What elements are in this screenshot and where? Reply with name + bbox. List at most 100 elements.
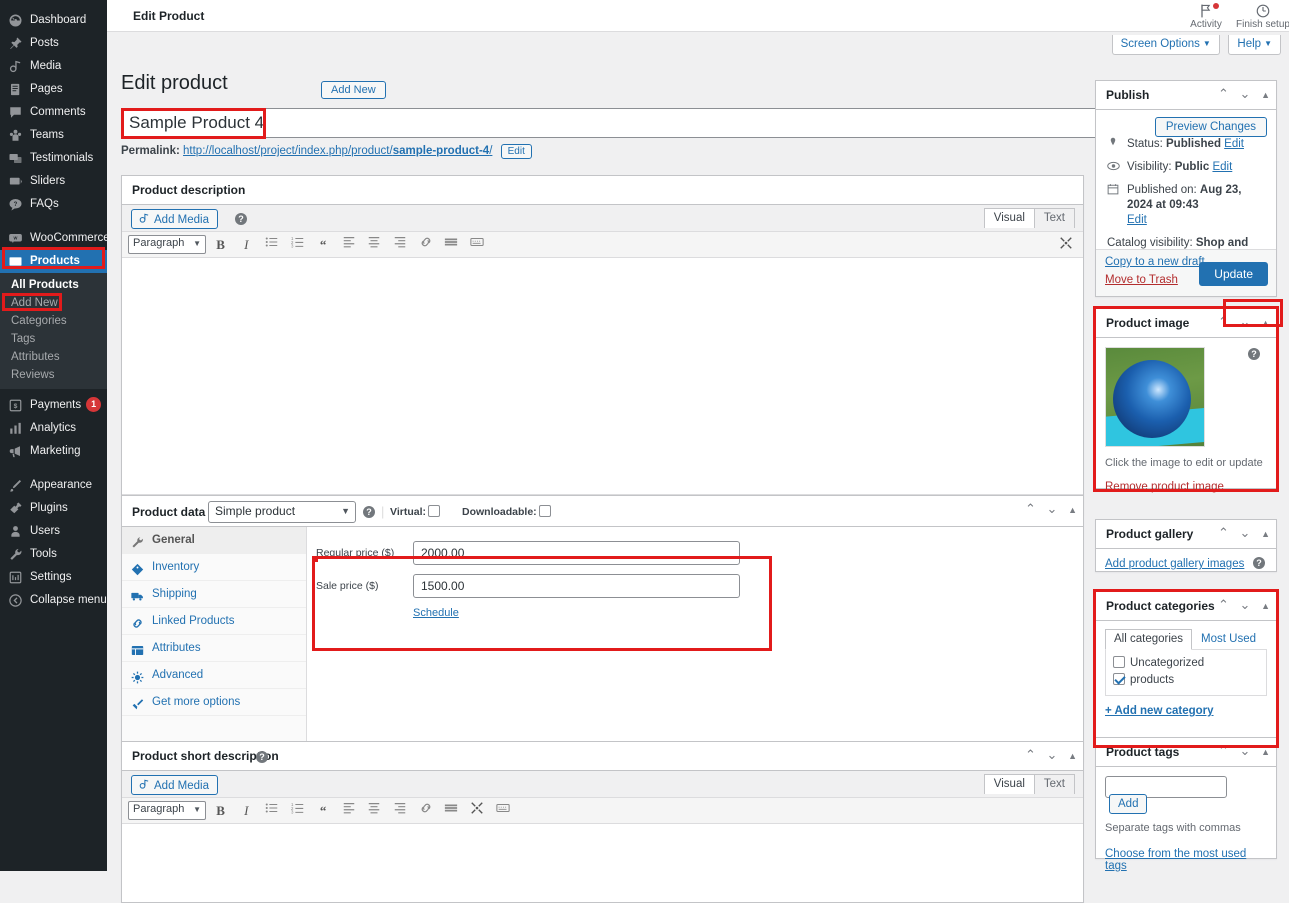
bulleted-list-button-short[interactable] <box>261 800 283 822</box>
move-down-icon[interactable]: ⌄ <box>1047 747 1058 763</box>
move-down-icon[interactable]: ⌄ <box>1240 86 1251 102</box>
update-button[interactable]: Update <box>1199 262 1268 286</box>
short-description-help-icon[interactable]: ? <box>256 751 268 763</box>
align-right-button[interactable] <box>389 234 411 256</box>
paragraph-format-select[interactable]: Paragraph ▼ <box>128 235 206 254</box>
submenu-item-all-products[interactable]: All Products <box>0 276 107 294</box>
screen-options-button[interactable]: Screen Options ▼ <box>1111 35 1220 55</box>
product-title-input[interactable] <box>121 108 1097 138</box>
toggle-panel-icon[interactable]: ▲ <box>1261 747 1270 757</box>
move-up-icon[interactable]: ⌃ <box>1025 501 1036 517</box>
product-data-tab-attributes[interactable]: Attributes <box>122 635 306 662</box>
product-data-tab-get-more-options[interactable]: Get more options <box>122 689 306 716</box>
toggle-panel-icon[interactable]: ▲ <box>1261 90 1270 100</box>
description-editor-area[interactable] <box>122 258 1083 494</box>
align-center-button[interactable] <box>363 234 385 256</box>
remove-product-image-link[interactable]: Remove product image <box>1105 481 1267 493</box>
blockquote-button[interactable]: “ <box>312 234 334 256</box>
tab-visual-short-description[interactable]: Visual <box>983 774 1035 794</box>
bold-button-short[interactable]: B <box>210 800 232 822</box>
fullscreen-icon-short[interactable] <box>466 800 488 822</box>
move-up-icon[interactable]: ⌃ <box>1218 597 1229 613</box>
numbered-list-button[interactable]: 123 <box>287 234 309 256</box>
move-to-trash-link[interactable]: Move to Trash <box>1105 274 1178 286</box>
paragraph-format-select-short[interactable]: Paragraph ▼ <box>128 801 206 820</box>
sidebar-item-comments[interactable]: Comments <box>0 101 107 124</box>
submenu-item-categories[interactable]: Categories <box>0 312 107 330</box>
category-checkbox-products[interactable] <box>1113 673 1125 685</box>
product-data-help-icon[interactable]: ? <box>363 506 375 518</box>
sidebar-item-media[interactable]: Media <box>0 55 107 78</box>
sidebar-item-teams[interactable]: Teams <box>0 124 107 147</box>
move-up-icon[interactable]: ⌃ <box>1218 743 1229 759</box>
move-down-icon[interactable]: ⌄ <box>1240 314 1251 330</box>
move-down-icon[interactable]: ⌄ <box>1240 743 1251 759</box>
toggle-panel-icon[interactable]: ▲ <box>1261 601 1270 611</box>
edit-visibility-link[interactable]: Edit <box>1212 161 1232 173</box>
tab-text-short-description[interactable]: Text <box>1033 774 1075 794</box>
submenu-item-tags[interactable]: Tags <box>0 330 107 348</box>
tab-most-used[interactable]: Most Used <box>1192 629 1265 650</box>
permalink-url[interactable]: http://localhost/project/index.php/produ… <box>183 145 492 157</box>
move-up-icon[interactable]: ⌃ <box>1218 314 1229 330</box>
product-image-help-icon[interactable]: ? <box>1248 348 1260 360</box>
add-new-button[interactable]: Add New <box>321 81 386 99</box>
align-right-button-short[interactable] <box>389 800 411 822</box>
submenu-item-add-new[interactable]: Add New <box>0 294 107 312</box>
move-up-icon[interactable]: ⌃ <box>1025 747 1036 763</box>
add-new-category-link[interactable]: + Add new category <box>1105 705 1267 717</box>
numbered-list-button-short[interactable]: 123 <box>287 800 309 822</box>
italic-button-short[interactable]: I <box>235 800 257 822</box>
bold-button[interactable]: B <box>210 234 232 256</box>
activity-menu-item[interactable]: Activity <box>1178 1 1234 30</box>
schedule-link[interactable]: Schedule <box>413 607 459 619</box>
align-left-button-short[interactable] <box>338 800 360 822</box>
product-image-thumbnail[interactable] <box>1105 347 1205 447</box>
sidebar-item-users[interactable]: Users <box>0 520 107 543</box>
insert-link-button[interactable] <box>415 234 437 256</box>
sidebar-item-posts[interactable]: Posts <box>0 32 107 55</box>
italic-button[interactable]: I <box>235 234 257 256</box>
choose-most-used-tags-link[interactable]: Choose from the most used tags <box>1105 848 1267 872</box>
category-label[interactable]: products <box>1130 674 1174 686</box>
submenu-item-attributes[interactable]: Attributes <box>0 348 107 366</box>
move-up-icon[interactable]: ⌃ <box>1218 525 1229 541</box>
description-help-icon[interactable]: ? <box>235 213 247 225</box>
sale-price-input[interactable] <box>413 574 740 598</box>
product-data-tab-shipping[interactable]: Shipping <box>122 581 306 608</box>
downloadable-checkbox[interactable] <box>538 505 551 517</box>
sidebar-item-products[interactable]: Products <box>0 250 107 273</box>
add-media-button-short[interactable]: Add Media <box>131 775 218 795</box>
add-tag-button[interactable]: Add <box>1109 794 1148 814</box>
sidebar-item-appearance[interactable]: Appearance <box>0 474 107 497</box>
sidebar-item-tools[interactable]: Tools <box>0 543 107 566</box>
sidebar-item-dashboard[interactable]: Dashboard <box>0 9 107 32</box>
sidebar-item-plugins[interactable]: Plugins <box>0 497 107 520</box>
toolbar-toggle-button-short[interactable] <box>492 800 514 822</box>
sidebar-item-analytics[interactable]: Analytics <box>0 417 107 440</box>
insert-link-button-short[interactable] <box>415 800 437 822</box>
insert-more-button-short[interactable] <box>440 800 462 822</box>
finish-setup-menu-item[interactable]: Finish setup <box>1235 1 1289 30</box>
sidebar-item-settings[interactable]: Settings <box>0 566 107 589</box>
tab-text-description[interactable]: Text <box>1033 208 1075 228</box>
toggle-panel-icon[interactable]: ▲ <box>1261 529 1270 539</box>
virtual-checkbox[interactable] <box>427 505 440 517</box>
tab-all-categories[interactable]: All categories <box>1105 629 1193 650</box>
sidebar-item-pages[interactable]: Pages <box>0 78 107 101</box>
product-data-tab-linked-products[interactable]: Linked Products <box>122 608 306 635</box>
product-data-tab-advanced[interactable]: Advanced <box>122 662 306 689</box>
move-up-icon[interactable]: ⌃ <box>1218 86 1229 102</box>
regular-price-input[interactable] <box>413 541 740 565</box>
product-type-select[interactable]: Simple product ▼ <box>208 501 356 523</box>
bulleted-list-button[interactable] <box>261 234 283 256</box>
edit-published-link[interactable]: Edit <box>1127 214 1147 226</box>
align-left-button[interactable] <box>338 234 360 256</box>
sidebar-item-faqs[interactable]: ? FAQs <box>0 193 107 216</box>
product-gallery-help-icon[interactable]: ? <box>1252 557 1265 569</box>
sidebar-item-marketing[interactable]: Marketing <box>0 440 107 463</box>
toolbar-toggle-button[interactable] <box>466 234 488 256</box>
sidebar-item-woocommerce[interactable]: W WooCommerce <box>0 227 110 250</box>
product-data-tab-inventory[interactable]: Inventory <box>122 554 306 581</box>
edit-status-link[interactable]: Edit <box>1224 138 1244 150</box>
